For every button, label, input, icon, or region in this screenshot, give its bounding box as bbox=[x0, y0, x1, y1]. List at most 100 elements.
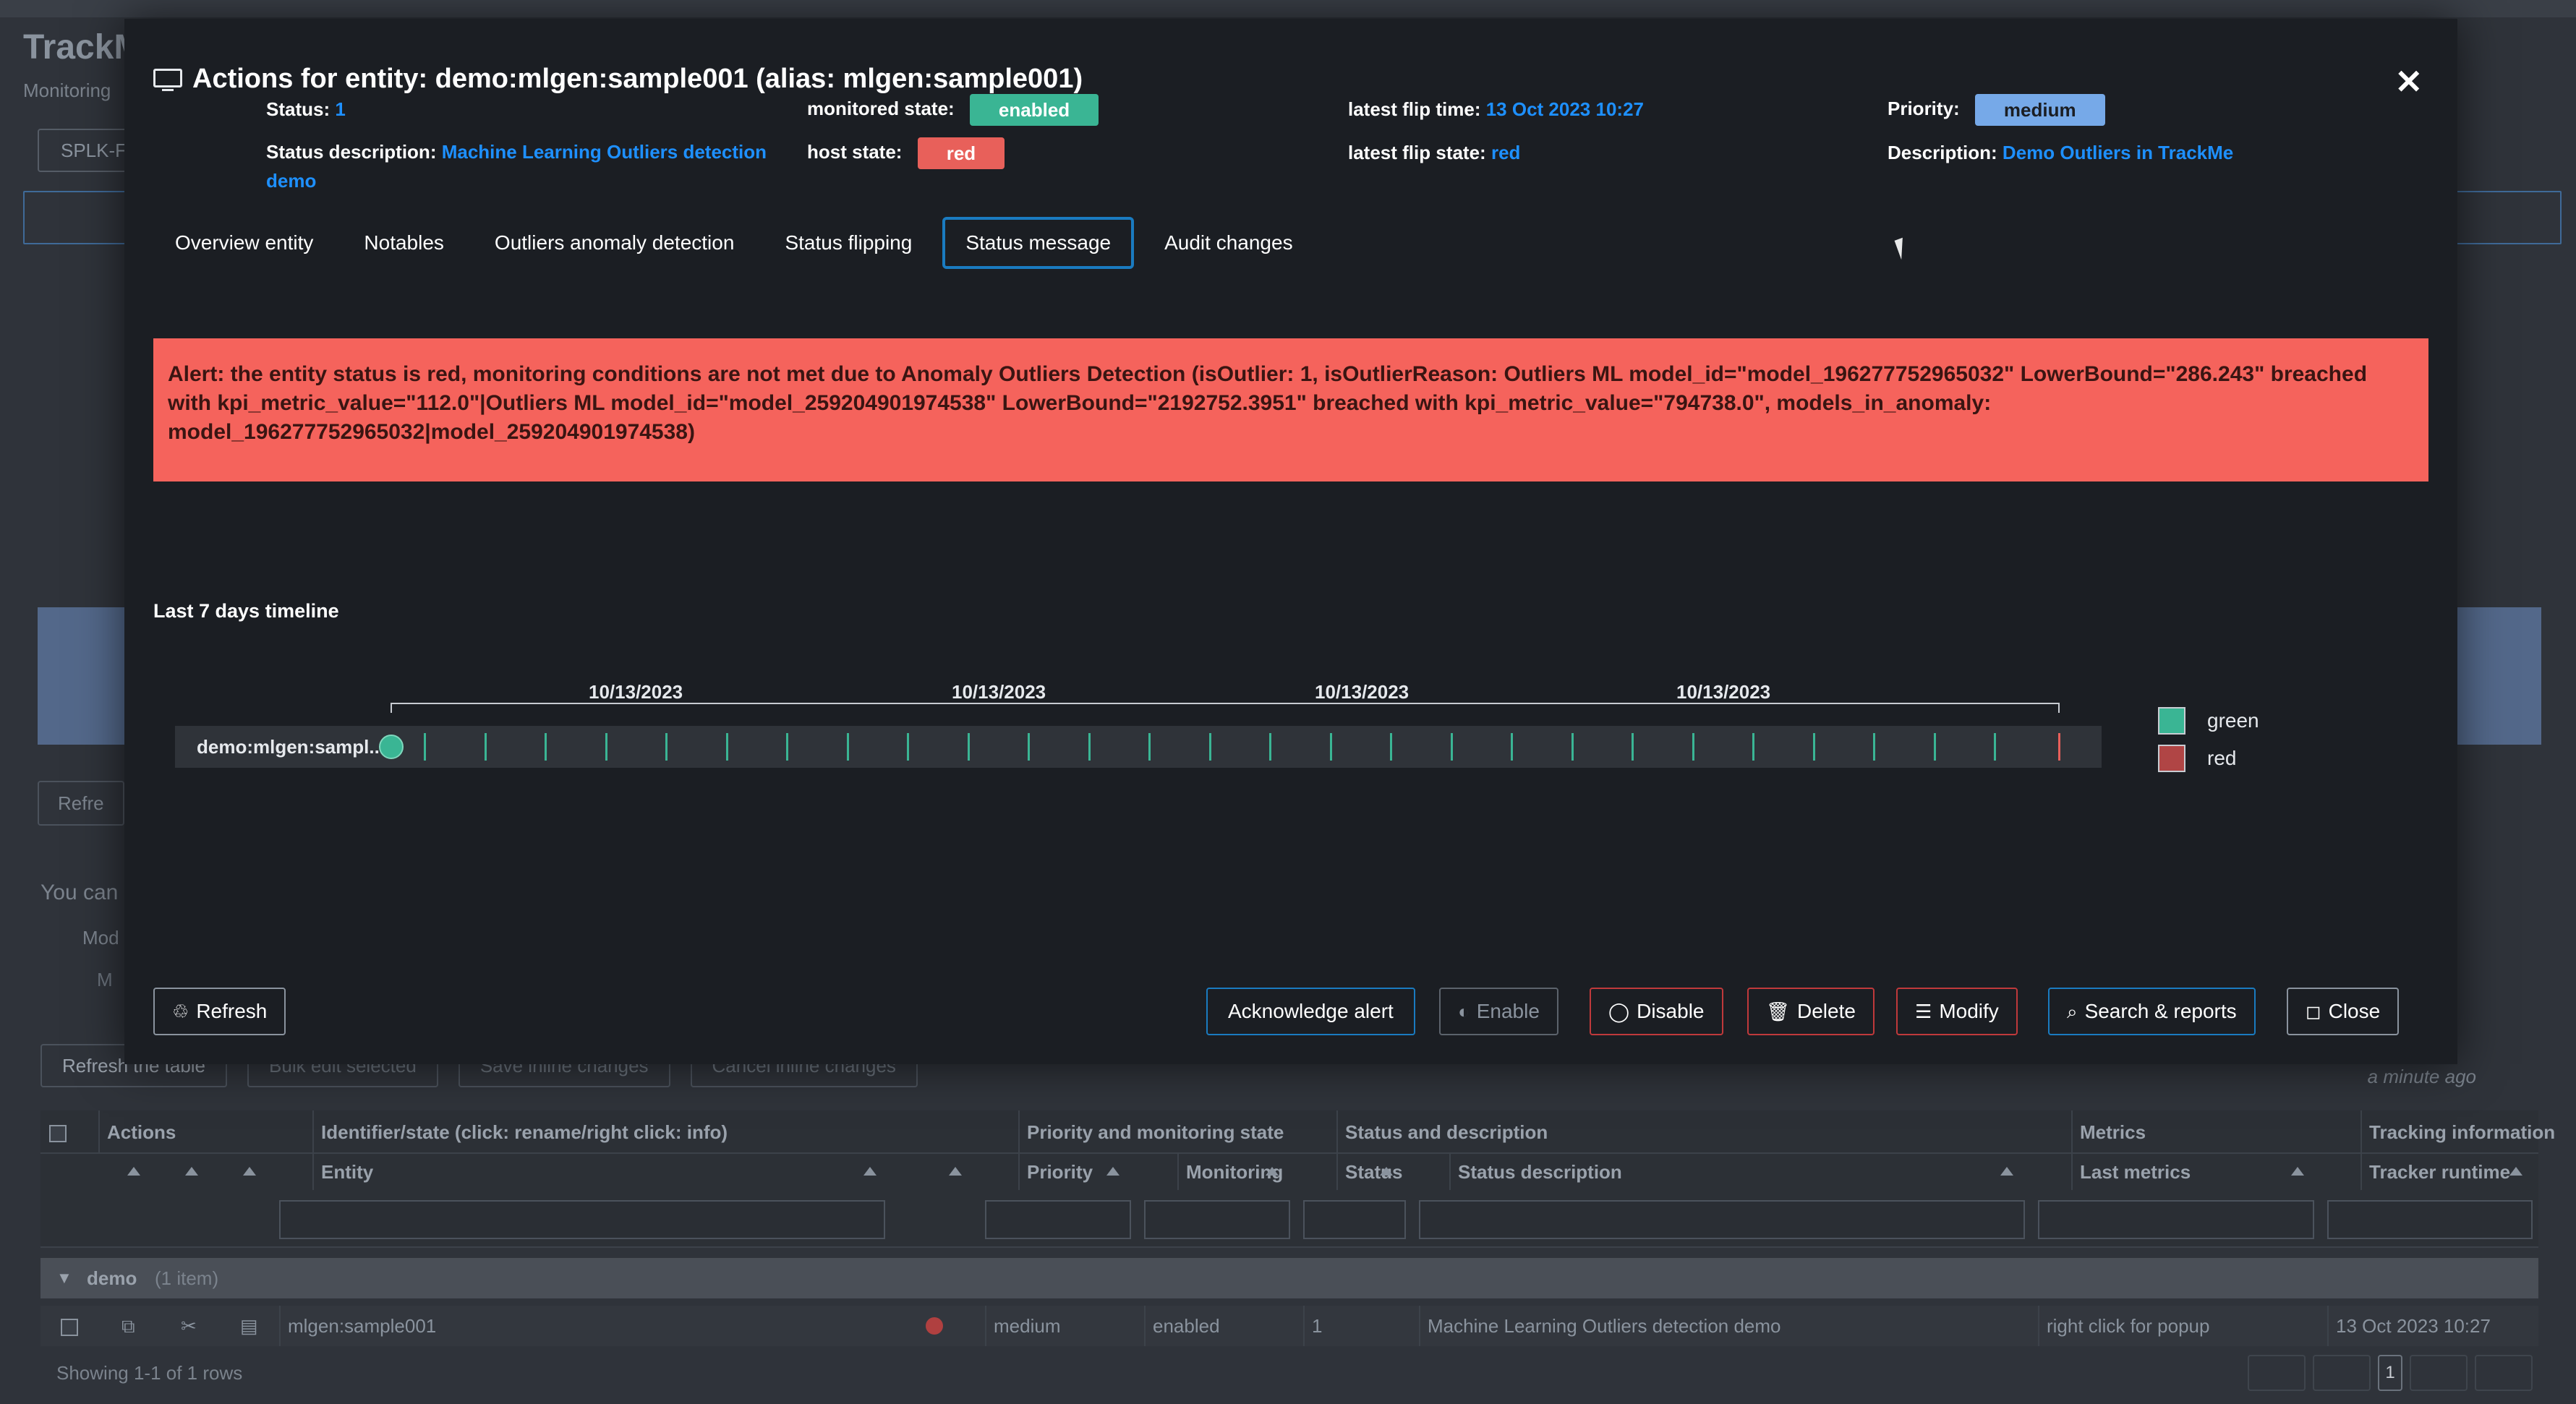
enable-button[interactable]: ◐ Enable bbox=[1439, 988, 1558, 1035]
cell-monitoring: enabled bbox=[1144, 1306, 1220, 1346]
sort-arrow-icon[interactable] bbox=[185, 1167, 198, 1176]
filter-priority-input[interactable] bbox=[985, 1200, 1131, 1239]
pager-first[interactable] bbox=[2248, 1355, 2306, 1391]
tab-overview-entity[interactable]: Overview entity bbox=[155, 217, 333, 269]
group-row-demo[interactable]: ▼ demo (1 item) bbox=[40, 1258, 2538, 1298]
pager-current[interactable]: 1 bbox=[2378, 1355, 2402, 1391]
timeline-tick-green[interactable] bbox=[1752, 733, 1754, 761]
timeline-tick-green[interactable] bbox=[786, 733, 788, 761]
close-icon[interactable]: ✕ bbox=[2394, 62, 2423, 101]
sort-arrow-icon[interactable] bbox=[2509, 1167, 2522, 1176]
pager-next[interactable] bbox=[2410, 1355, 2468, 1391]
database-icon[interactable]: ▤ bbox=[233, 1306, 258, 1346]
timeline-tick-green[interactable] bbox=[1269, 733, 1271, 761]
pager-prev[interactable] bbox=[2313, 1355, 2371, 1391]
filter-entity-input[interactable] bbox=[279, 1200, 885, 1239]
cell-entity[interactable]: mlgen:sample001 bbox=[279, 1306, 436, 1346]
filter-monitoring-input[interactable] bbox=[1144, 1200, 1290, 1239]
refresh-small-button[interactable]: Refre bbox=[38, 781, 124, 826]
timeline-tick-green[interactable] bbox=[1208, 733, 1211, 761]
chevron-down-icon[interactable]: ▼ bbox=[56, 1258, 72, 1298]
timeline-tick-green[interactable] bbox=[1812, 733, 1815, 761]
sort-arrow-icon[interactable] bbox=[949, 1167, 962, 1176]
sort-arrow-icon[interactable] bbox=[2000, 1167, 2013, 1176]
col-priority[interactable]: Priority bbox=[1018, 1154, 1177, 1190]
tab-audit-changes[interactable]: Audit changes bbox=[1144, 217, 1313, 269]
header-identifier: Identifier/state (click: rename/right cl… bbox=[312, 1110, 1018, 1152]
timeline-tick-red[interactable] bbox=[2058, 733, 2060, 761]
timeline-tick-green[interactable] bbox=[1511, 733, 1513, 761]
timeline-tick-green[interactable] bbox=[424, 733, 426, 761]
timeline-title: Last 7 days timeline bbox=[153, 600, 339, 622]
timeline-tick-green[interactable] bbox=[1148, 733, 1151, 761]
header-actions: Actions bbox=[98, 1110, 312, 1152]
delete-button[interactable]: 🗑 Delete bbox=[1747, 988, 1875, 1035]
timeline-tick-green[interactable] bbox=[484, 733, 487, 761]
sort-arrow-icon[interactable] bbox=[1380, 1167, 1393, 1176]
timeline-tick-green[interactable] bbox=[665, 733, 668, 761]
latest-flip-time-field: latest flip time: 13 Oct 2023 10:27 bbox=[1348, 98, 1644, 121]
pager-last[interactable] bbox=[2475, 1355, 2533, 1391]
latest-flip-time-value[interactable]: 13 Oct 2023 10:27 bbox=[1486, 98, 1644, 120]
timeline-tick-green[interactable] bbox=[1873, 733, 1875, 761]
toggle-icon: ◯ bbox=[1608, 1001, 1630, 1022]
monitored-state-badge: enabled bbox=[969, 94, 1099, 126]
timeline-tick-green[interactable] bbox=[907, 733, 909, 761]
sort-arrow-icon[interactable] bbox=[1106, 1167, 1119, 1176]
status-value[interactable]: 1 bbox=[335, 98, 345, 120]
timeline-tick-green[interactable] bbox=[725, 733, 728, 761]
row-checkbox[interactable] bbox=[61, 1319, 78, 1336]
col-status-description[interactable]: Status description bbox=[1449, 1154, 2071, 1190]
timeline-tick-green[interactable] bbox=[545, 733, 547, 761]
tab-notables[interactable]: Notables bbox=[344, 217, 464, 269]
cell-status-description: Machine Learning Outliers detection demo bbox=[1419, 1306, 1781, 1346]
search-reports-label: Search & reports bbox=[2084, 1000, 2237, 1022]
col-last-metrics[interactable]: Last metrics bbox=[2071, 1154, 2360, 1190]
close-button[interactable]: ◻ Close bbox=[2287, 988, 2400, 1035]
filter-runtime-input[interactable] bbox=[2327, 1200, 2533, 1239]
timeline-tick-green[interactable] bbox=[1933, 733, 1936, 761]
timeline-start-marker[interactable] bbox=[379, 735, 404, 759]
modify-button[interactable]: ☰ Modify bbox=[1896, 988, 2018, 1035]
tab-status-message[interactable]: Status message bbox=[942, 217, 1135, 269]
tab-status-flipping[interactable]: Status flipping bbox=[764, 217, 932, 269]
timeline-tick-green[interactable] bbox=[1632, 733, 1634, 761]
select-all-checkbox[interactable] bbox=[49, 1125, 67, 1142]
host-state-badge: red bbox=[917, 137, 1005, 169]
timeline-tick-green[interactable] bbox=[1088, 733, 1091, 761]
filter-status-desc-input[interactable] bbox=[1419, 1200, 2025, 1239]
table-row[interactable]: ⧉ ✂ ▤ mlgen:sample001 medium enabled 1 M… bbox=[40, 1306, 2538, 1346]
disable-button[interactable]: ◯ Disable bbox=[1590, 988, 1723, 1035]
sort-arrow-icon[interactable] bbox=[243, 1167, 256, 1176]
header-metrics: Metrics bbox=[2071, 1110, 2360, 1152]
timeline-tick-green[interactable] bbox=[1329, 733, 1332, 761]
sort-arrow-icon[interactable] bbox=[1266, 1167, 1279, 1176]
filter-status-input[interactable] bbox=[1303, 1200, 1406, 1239]
timeline-tick-green[interactable] bbox=[1390, 733, 1392, 761]
tools-icon[interactable]: ✂ bbox=[174, 1306, 197, 1346]
sort-arrow-icon[interactable] bbox=[127, 1167, 140, 1176]
timeline-tick-green[interactable] bbox=[1450, 733, 1453, 761]
mode-value: M bbox=[97, 969, 113, 990]
timeline-tick-green[interactable] bbox=[1571, 733, 1574, 761]
sort-arrow-icon[interactable] bbox=[863, 1167, 877, 1176]
timeline-tick-green[interactable] bbox=[846, 733, 849, 761]
external-link-icon[interactable]: ⧉ bbox=[114, 1306, 135, 1346]
acknowledge-alert-button[interactable]: Acknowledge alert bbox=[1206, 988, 1415, 1035]
timeline-tick-green[interactable] bbox=[605, 733, 607, 761]
cell-last-metrics[interactable]: right click for popup bbox=[2038, 1306, 2209, 1346]
timeline-tick-green[interactable] bbox=[1028, 733, 1030, 761]
col-entity[interactable]: Entity bbox=[312, 1154, 931, 1190]
tab-outliers-anomaly-detection[interactable]: Outliers anomaly detection bbox=[474, 217, 755, 269]
timeline-tick-green[interactable] bbox=[967, 733, 970, 761]
search-reports-button[interactable]: ⌕ Search & reports bbox=[2048, 988, 2256, 1035]
latest-flip-state-value[interactable]: red bbox=[1491, 142, 1520, 163]
sort-arrow-icon[interactable] bbox=[2291, 1167, 2304, 1176]
refresh-button[interactable]: ♲ Refresh bbox=[153, 988, 286, 1035]
col-monitoring[interactable]: Monitoring bbox=[1177, 1154, 1336, 1190]
col-status[interactable]: Status bbox=[1336, 1154, 1449, 1190]
timeline-tick-green[interactable] bbox=[1994, 733, 1996, 761]
timeline-tick-green[interactable] bbox=[1692, 733, 1694, 761]
description-value[interactable]: Demo Outliers in TrackMe bbox=[2003, 142, 2233, 163]
filter-metrics-input[interactable] bbox=[2038, 1200, 2314, 1239]
